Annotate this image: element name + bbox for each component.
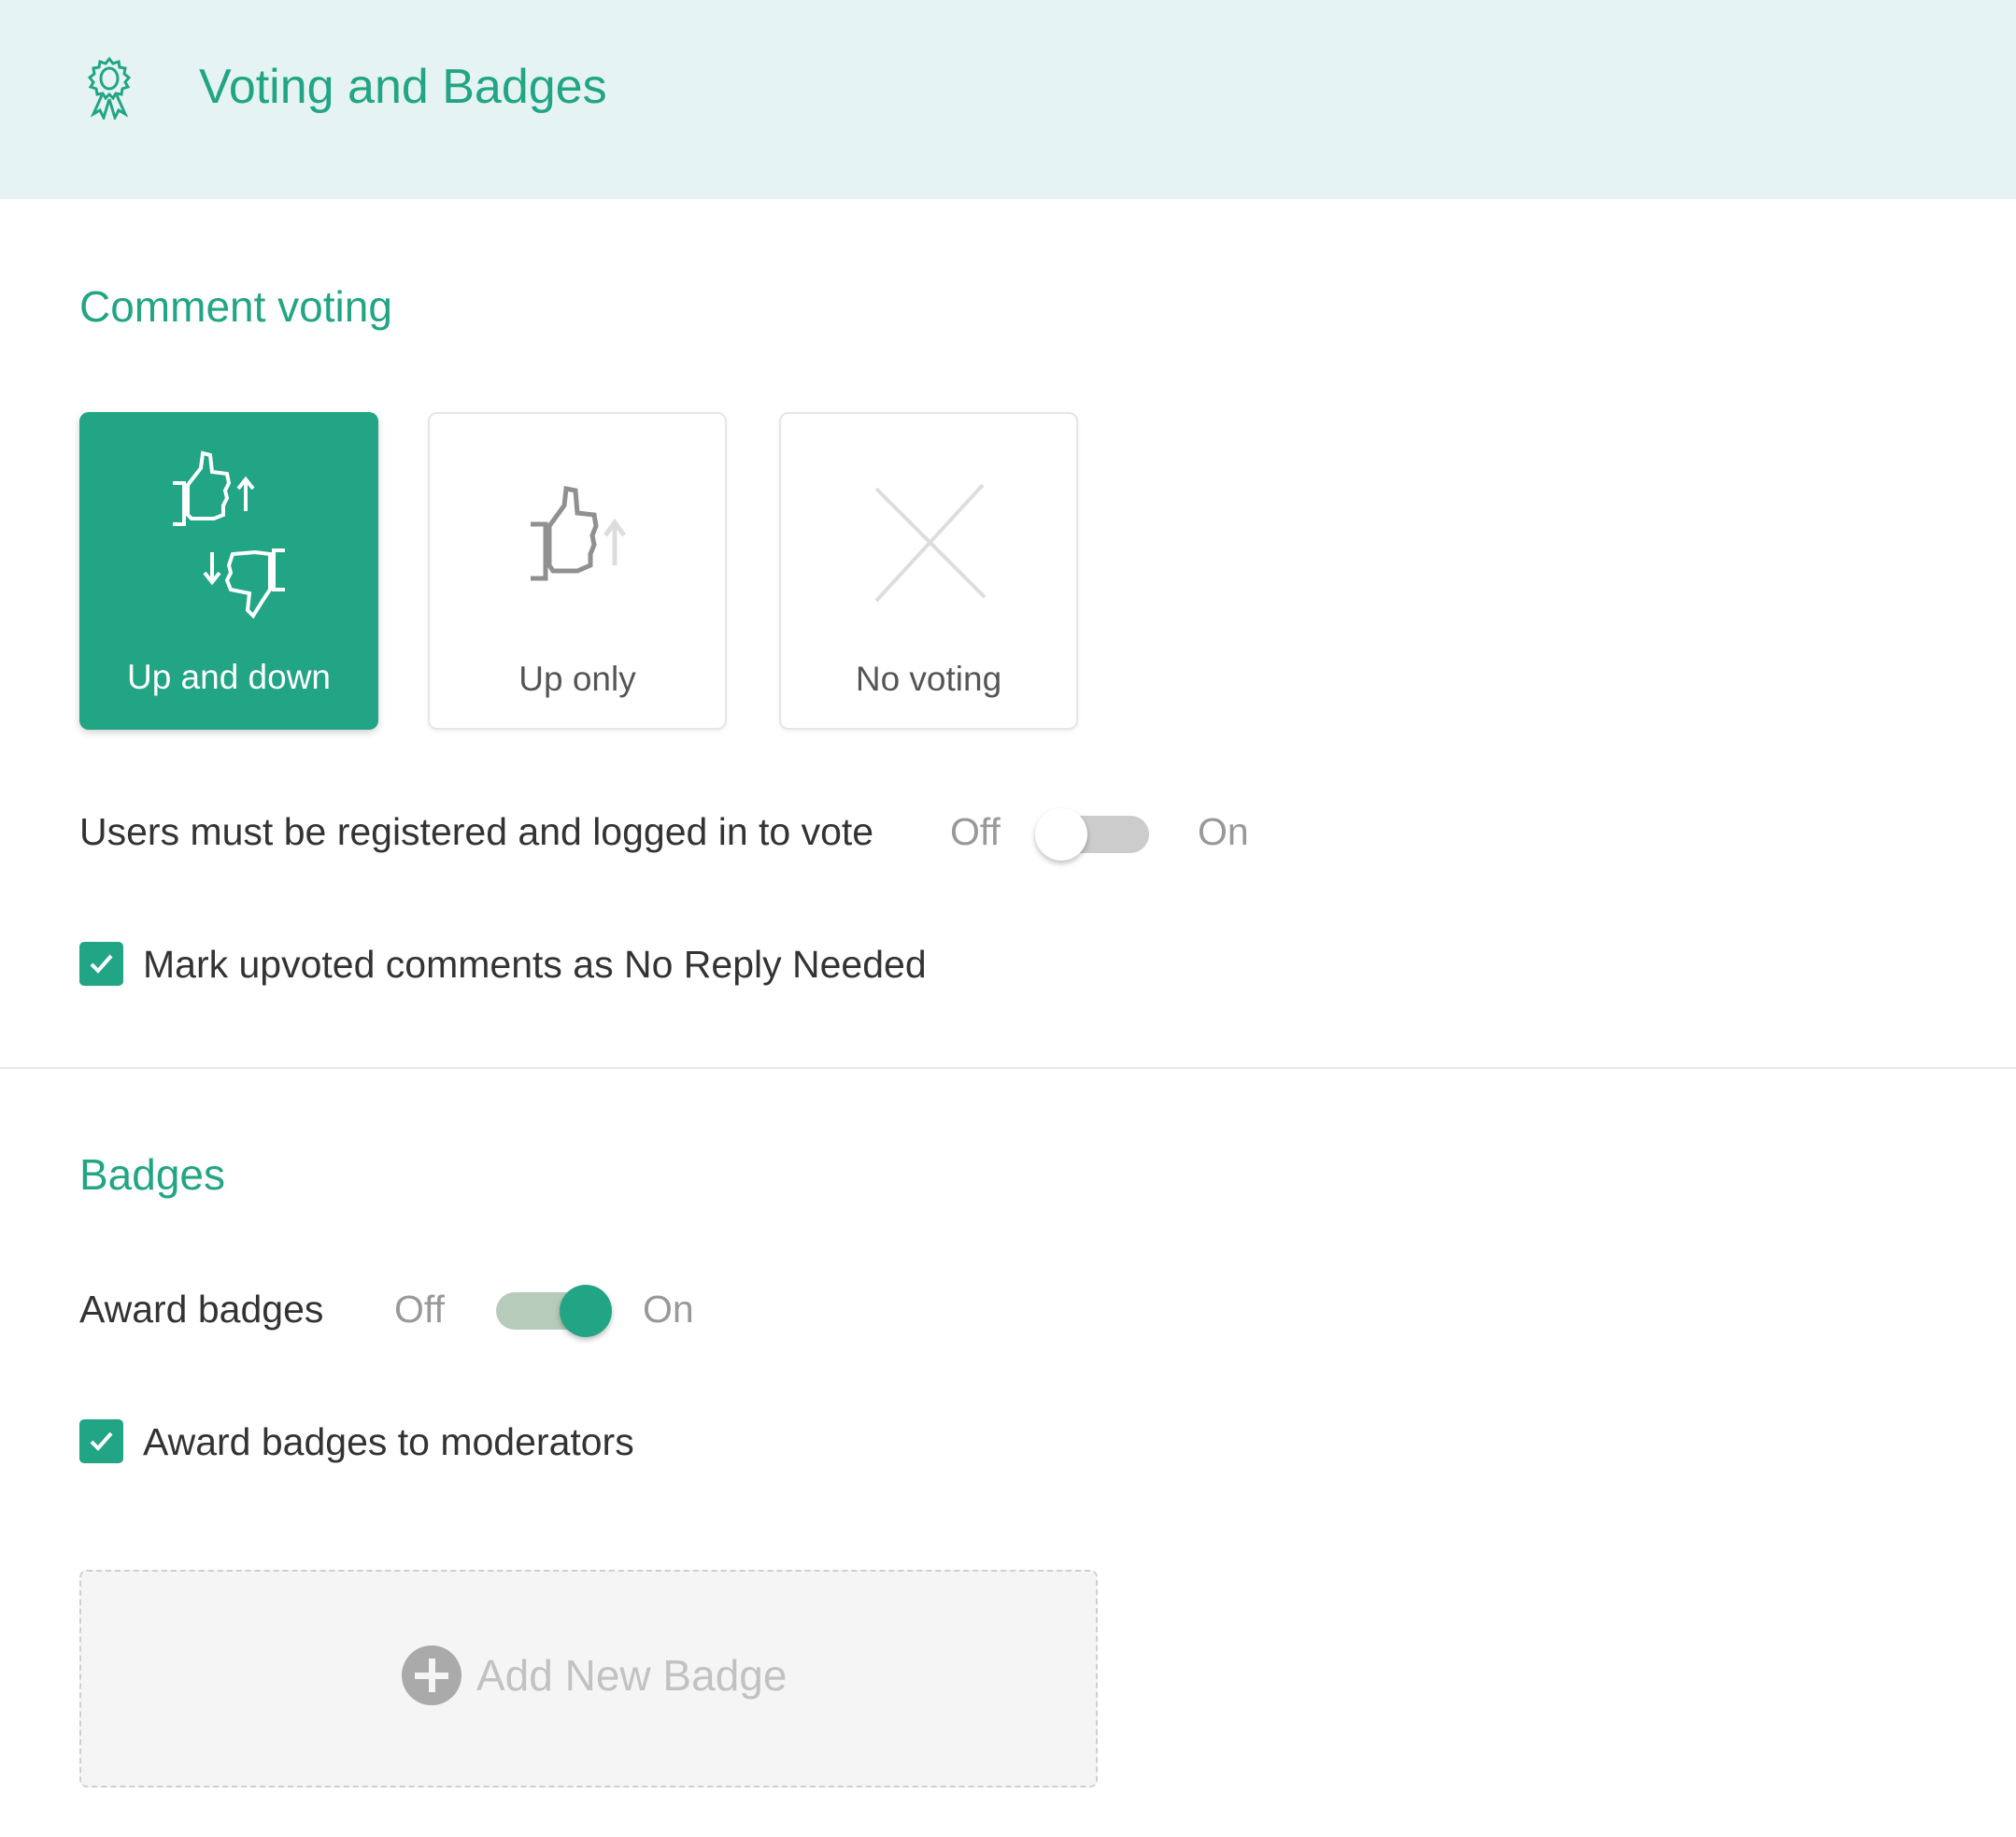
voting-option-label: Up and down — [126, 658, 332, 696]
section-divider — [0, 1067, 2016, 1069]
comment-voting-title: Comment voting — [79, 282, 392, 331]
voting-option-label: Up only — [518, 660, 636, 698]
voting-option-no-voting[interactable]: No voting — [779, 412, 1078, 730]
toggle-on-label: On — [643, 1288, 694, 1331]
award-ribbon-icon — [87, 56, 132, 120]
voting-option-up-and-down[interactable]: Up and down — [79, 412, 378, 730]
thumbs-up-icon — [531, 486, 627, 581]
page-title: Voting and Badges — [199, 60, 607, 114]
mark-upvoted-label: Mark upvoted comments as No Reply Needed — [143, 943, 927, 986]
toggle-knob[interactable] — [1035, 808, 1087, 861]
plus-circle-icon — [402, 1645, 461, 1705]
x-icon — [874, 483, 987, 603]
award-badges-label: Award badges — [79, 1288, 324, 1331]
voting-option-up-only[interactable]: Up only — [428, 412, 727, 730]
toggle-off-label: Off — [950, 810, 1001, 853]
registered-to-vote-label: Users must be registered and logged in t… — [79, 810, 874, 853]
badges-title: Badges — [79, 1150, 226, 1199]
award-moderators-checkbox[interactable] — [79, 1419, 123, 1463]
award-badges-toggle[interactable] — [496, 1285, 612, 1337]
toggle-on-label: On — [1198, 810, 1249, 853]
award-moderators-label: Award badges to moderators — [143, 1420, 634, 1463]
thumbs-up-down-icon — [173, 450, 285, 619]
add-new-badge-label: Add New Badge — [476, 1651, 788, 1700]
mark-upvoted-checkbox[interactable] — [79, 942, 123, 986]
registered-to-vote-toggle[interactable] — [1035, 808, 1149, 861]
checkmark-icon — [90, 954, 113, 974]
voting-option-label: No voting — [855, 660, 1002, 698]
toggle-off-label: Off — [394, 1288, 445, 1331]
toggle-knob[interactable] — [560, 1285, 612, 1337]
checkmark-icon — [90, 1431, 113, 1451]
add-new-badge-button[interactable]: Add New Badge — [79, 1570, 1098, 1787]
page-header: Voting and Badges — [0, 0, 2016, 199]
